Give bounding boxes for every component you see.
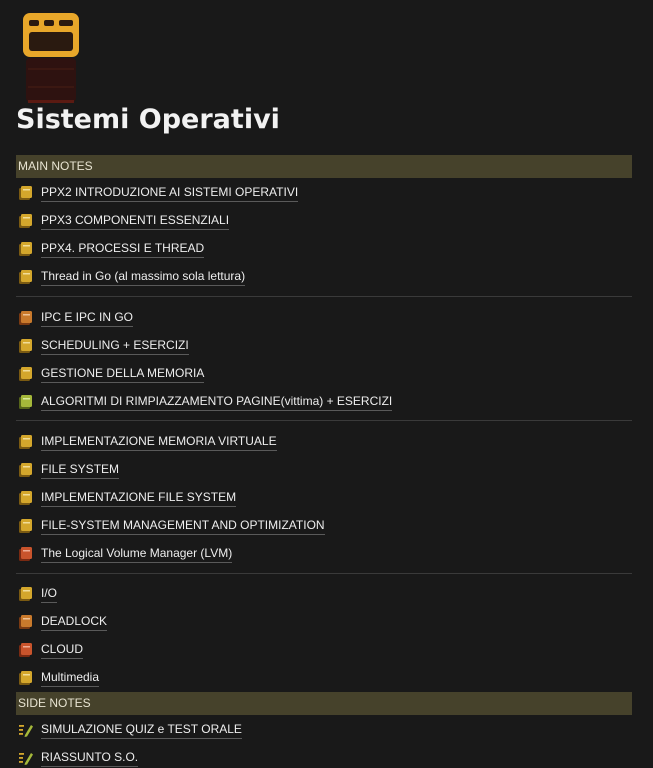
- note-link[interactable]: GESTIONE DELLA MEMORIA: [18, 363, 205, 385]
- note-label[interactable]: FILE SYSTEM: [41, 462, 120, 479]
- note-link[interactable]: IMPLEMENTAZIONE MEMORIA VIRTUALE: [18, 431, 277, 453]
- notebook-icon: [19, 671, 32, 685]
- side-note-link[interactable]: SIMULAZIONE QUIZ e TEST ORALE: [18, 719, 242, 741]
- note-link[interactable]: I/O: [18, 583, 58, 605]
- note-label[interactable]: IMPLEMENTAZIONE MEMORIA VIRTUALE: [41, 434, 277, 451]
- notebook-icon: [19, 643, 32, 657]
- note-label[interactable]: FILE-SYSTEM MANAGEMENT AND OPTIMIZATION: [41, 518, 325, 535]
- note-label[interactable]: ALGORITMI DI RIMPIAZZAMENTO PAGINE(vitti…: [41, 394, 393, 411]
- side-note-link[interactable]: RIASSUNTO S.O.: [18, 747, 139, 768]
- notebook-icon: [19, 587, 32, 601]
- page-title: Sistemi Operativi: [16, 104, 280, 135]
- note-link[interactable]: ALGORITMI DI RIMPIAZZAMENTO PAGINE(vitti…: [18, 391, 393, 413]
- notebook-icon: [19, 367, 32, 381]
- notebook-icon: [19, 615, 32, 629]
- note-label[interactable]: CLOUD: [41, 642, 84, 659]
- note-label[interactable]: SCHEDULING + ESERCIZI: [41, 338, 189, 355]
- notebook-icon: [19, 186, 32, 200]
- note-link[interactable]: PPX2 INTRODUZIONE AI SISTEMI OPERATIVI: [18, 182, 299, 204]
- note-label[interactable]: IPC E IPC IN GO: [41, 310, 134, 327]
- notebook-icon: [19, 435, 32, 449]
- oven-icon[interactable]: [22, 12, 80, 104]
- note-link[interactable]: IPC E IPC IN GO: [18, 307, 134, 329]
- checklist-pencil-icon: [19, 725, 33, 737]
- note-link[interactable]: DEADLOCK: [18, 611, 108, 633]
- note-label[interactable]: I/O: [41, 586, 58, 603]
- divider: [16, 296, 632, 297]
- checklist-pencil-icon: [19, 753, 33, 765]
- note-link[interactable]: IMPLEMENTAZIONE FILE SYSTEM: [18, 487, 237, 509]
- note-label[interactable]: GESTIONE DELLA MEMORIA: [41, 366, 205, 383]
- note-label[interactable]: Multimedia: [41, 670, 100, 687]
- notebook-icon: [19, 463, 32, 477]
- notebook-icon: [19, 547, 32, 561]
- note-link[interactable]: PPX4. PROCESSI E THREAD: [18, 238, 205, 260]
- divider: [16, 420, 632, 421]
- note-link[interactable]: The Logical Volume Manager (LVM): [18, 543, 233, 565]
- note-link[interactable]: CLOUD: [18, 639, 84, 661]
- note-label[interactable]: Thread in Go (al massimo sola lettura): [41, 269, 246, 286]
- notebook-icon: [19, 339, 32, 353]
- notebook-icon: [19, 270, 32, 284]
- notebook-icon: [19, 491, 32, 505]
- notebook-icon: [19, 214, 32, 228]
- main-notes-header: MAIN NOTES: [16, 155, 632, 178]
- note-link[interactable]: Multimedia: [18, 667, 100, 689]
- note-link[interactable]: FILE SYSTEM: [18, 459, 120, 481]
- side-note-label[interactable]: RIASSUNTO S.O.: [41, 750, 139, 767]
- notebook-icon: [19, 395, 32, 409]
- note-label[interactable]: PPX3 COMPONENTI ESSENZIALI: [41, 213, 230, 230]
- note-label[interactable]: IMPLEMENTAZIONE FILE SYSTEM: [41, 490, 237, 507]
- notebook-icon: [19, 242, 32, 256]
- note-label[interactable]: PPX4. PROCESSI E THREAD: [41, 241, 205, 258]
- note-label[interactable]: The Logical Volume Manager (LVM): [41, 546, 233, 563]
- side-notes-header: SIDE NOTES: [16, 692, 632, 715]
- note-link[interactable]: FILE-SYSTEM MANAGEMENT AND OPTIMIZATION: [18, 515, 325, 537]
- note-link[interactable]: PPX3 COMPONENTI ESSENZIALI: [18, 210, 230, 232]
- notebook-icon: [19, 311, 32, 325]
- notebook-icon: [19, 519, 32, 533]
- note-label[interactable]: DEADLOCK: [41, 614, 108, 631]
- divider: [16, 573, 632, 574]
- note-link[interactable]: SCHEDULING + ESERCIZI: [18, 335, 189, 357]
- note-link[interactable]: Thread in Go (al massimo sola lettura): [18, 266, 246, 288]
- side-note-label[interactable]: SIMULAZIONE QUIZ e TEST ORALE: [41, 722, 242, 739]
- note-label[interactable]: PPX2 INTRODUZIONE AI SISTEMI OPERATIVI: [41, 185, 299, 202]
